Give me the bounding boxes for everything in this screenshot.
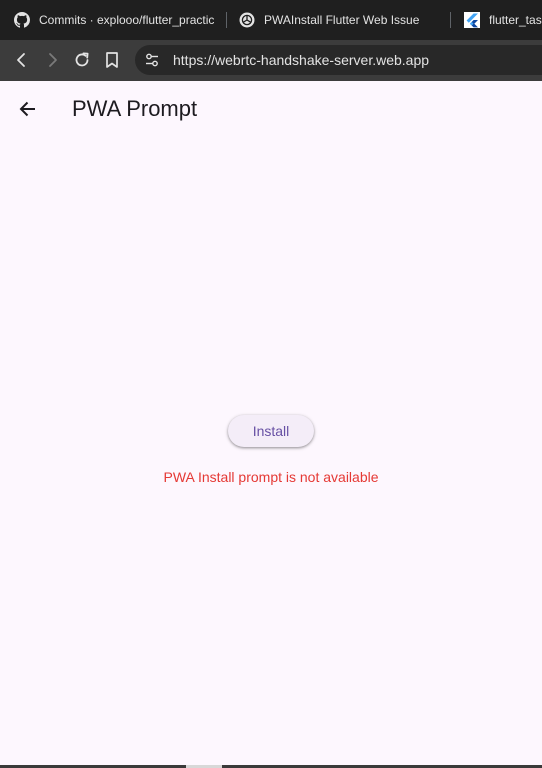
tab-flutter[interactable]: flutter_tasl <box>464 0 542 40</box>
tab-commits[interactable]: Commits · explooo/flutter_practic <box>14 0 214 40</box>
browser-tab-strip: Commits · explooo/flutter_practic PWAIns… <box>0 0 542 40</box>
arrow-back-icon <box>19 101 35 117</box>
tab-title: flutter_tasl <box>489 13 542 27</box>
install-button[interactable]: Install <box>228 415 314 447</box>
tab-title: Commits · explooo/flutter_practic <box>39 13 214 27</box>
tab-divider <box>450 12 451 28</box>
tab-title: PWAInstall Flutter Web Issue <box>264 13 420 27</box>
app-bar: PWA Prompt <box>0 81 542 137</box>
chatgpt-icon <box>239 12 255 28</box>
chevron-right-icon <box>49 53 57 67</box>
back-nav-button[interactable] <box>10 49 34 71</box>
bookmark-button[interactable] <box>100 49 124 71</box>
page-title: PWA Prompt <box>72 96 198 121</box>
chevron-left-icon <box>17 53 25 67</box>
browser-toolbar: https://webrtc-handshake-server.web.app <box>0 40 542 81</box>
status-message: PWA Install prompt is not available <box>163 469 379 485</box>
url-text: https://webrtc-handshake-server.web.app <box>173 52 430 68</box>
back-button[interactable] <box>8 89 48 129</box>
reload-button[interactable] <box>70 49 94 71</box>
site-info-icon[interactable] <box>143 51 161 69</box>
bookmark-icon <box>106 52 118 68</box>
forward-nav-button[interactable] <box>40 49 64 71</box>
github-icon <box>14 12 30 28</box>
address-bar[interactable]: https://webrtc-handshake-server.web.app <box>135 45 542 75</box>
app-page: PWA Prompt Install PWA Install prompt is… <box>0 81 542 768</box>
tab-divider <box>226 12 227 28</box>
tab-pwainstall[interactable]: PWAInstall Flutter Web Issue <box>239 0 439 40</box>
reload-icon <box>75 52 89 67</box>
flutter-icon <box>464 12 480 28</box>
